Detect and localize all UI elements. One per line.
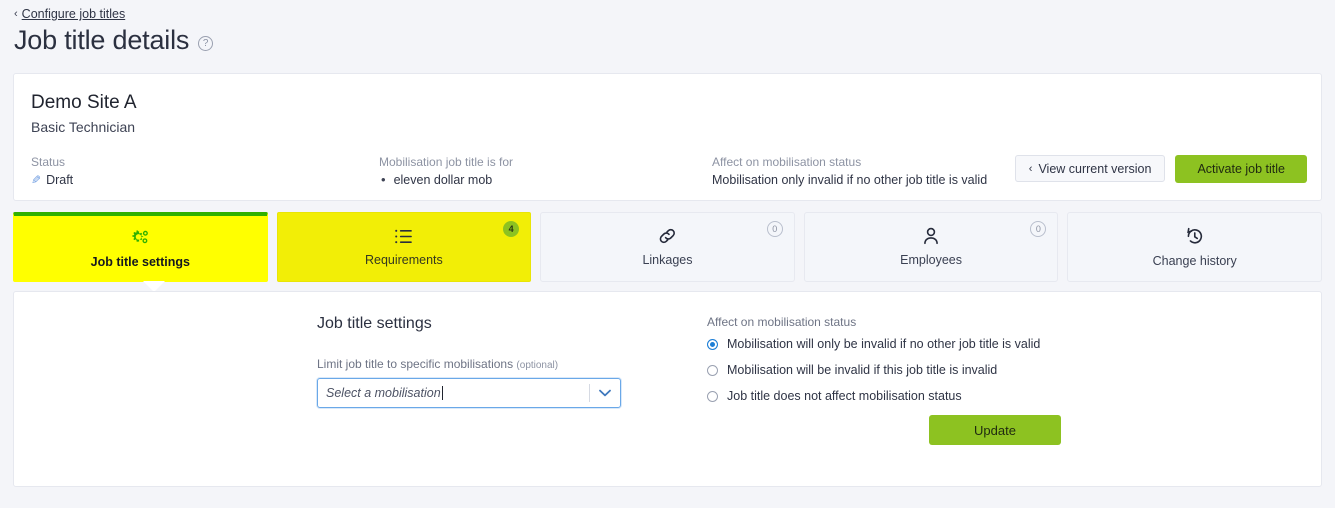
page-title-row: Job title details ? [0,21,1335,56]
tab-label: Employees [900,253,962,267]
radio-indicator[interactable] [707,338,718,350]
pencil-icon: ✎ [31,172,42,187]
meta-status-label: Status [31,154,66,169]
breadcrumb-link-configure-job-titles[interactable]: Configure job titles [22,7,126,21]
breadcrumb: ‹ Configure job titles [0,0,1335,21]
tab-label: Change history [1152,253,1237,268]
mobilisation-select[interactable]: Select a mobilisation [317,378,621,408]
mobilisation-select-input[interactable]: Select a mobilisation [318,386,589,400]
text-caret [441,386,443,400]
person-icon [922,227,940,249]
mobilisation-select-placeholder-text: Select a mobilisation [326,386,441,400]
record-summary-card: Demo Site A Basic Technician Status ✎ Dr… [13,73,1322,201]
radio-option-does-not-affect[interactable]: Job title does not affect mobilisation s… [707,389,1127,403]
tab-linkages[interactable]: 0 Linkages [540,212,795,282]
card-actions: ‹ View current version Activate job titl… [1014,155,1307,183]
section-title: Job title settings [317,315,432,332]
tab-change-history[interactable]: Change history [1067,212,1322,282]
list-icon [394,228,413,249]
chevron-down-icon[interactable] [590,389,620,397]
tab-label: Linkages [642,253,693,267]
bullet-icon: • [381,171,386,187]
link-icon [658,227,677,249]
affect-status-label: Affect on mobilisation status [707,315,857,329]
tab-badge-requirements: 4 [503,221,520,237]
update-button-wrap: Update [929,415,1127,445]
meta-status-value: ✎ Draft [31,173,379,187]
tab-job-title-settings[interactable]: Job title settings [13,212,268,292]
mobilisation-field-label: Limit job title to specific mobilisation… [317,357,707,371]
activate-job-title-button[interactable]: Activate job title [1175,155,1307,183]
meta-status: Status ✎ Draft [31,155,379,187]
tab-label: Job title settings [90,254,190,269]
view-current-version-label: View current version [1038,161,1152,176]
history-icon [1185,227,1204,250]
meta-mobilisation: Mobilisation job title is for • eleven d… [379,155,712,187]
gears-icon [130,229,150,251]
chevron-left-icon: ‹ [1028,162,1033,175]
tab-requirements[interactable]: 4 Requirements [276,212,532,282]
radio-option-invalid-if-this-invalid[interactable]: Mobilisation will be invalid if this job… [707,363,1127,377]
site-name: Demo Site A [31,92,137,113]
view-current-version-button[interactable]: ‹ View current version [1014,155,1166,182]
job-title-name: Basic Technician [31,118,136,135]
settings-panel: Job title settings Limit job title to sp… [13,291,1322,487]
mobilisation-field-label-text: Limit job title to specific mobilisation… [317,357,514,371]
radio-indicator[interactable] [707,364,718,376]
mobilisation-name: eleven dollar mob [393,172,493,187]
tab-employees[interactable]: 0 Employees [803,212,1059,282]
tab-label: Requirements [364,252,443,267]
affect-status-radio-group: Mobilisation will only be invalid if no … [707,337,1127,403]
radio-label: Mobilisation will be invalid if this job… [727,363,998,377]
optional-suffix: (optional) [516,360,559,371]
affect-status-section: Affect on mobilisation status Mobilisati… [707,315,1127,445]
radio-label: Job title does not affect mobilisation s… [727,389,962,403]
update-button[interactable]: Update [929,415,1061,445]
page-title: Job title details [14,25,190,55]
tab-bar: Job title settings 4 Requirements 0 Link… [13,212,1322,292]
meta-mobilisation-value: • eleven dollar mob [379,171,712,187]
tab-badge-linkages: 0 [766,221,783,237]
radio-label: Mobilisation will only be invalid if no … [727,337,1041,351]
chevron-left-icon: ‹ [14,7,18,20]
question-mark-icon[interactable]: ? [198,35,214,51]
status-text: Draft [46,172,74,187]
radio-indicator[interactable] [707,390,718,402]
tab-badge-employees: 0 [1030,221,1047,237]
radio-option-only-invalid-if-no-other[interactable]: Mobilisation will only be invalid if no … [707,337,1127,351]
mobilisation-limit-section: Job title settings Limit job title to sp… [317,315,707,445]
meta-mobilisation-label: Mobilisation job title is for [379,154,514,169]
